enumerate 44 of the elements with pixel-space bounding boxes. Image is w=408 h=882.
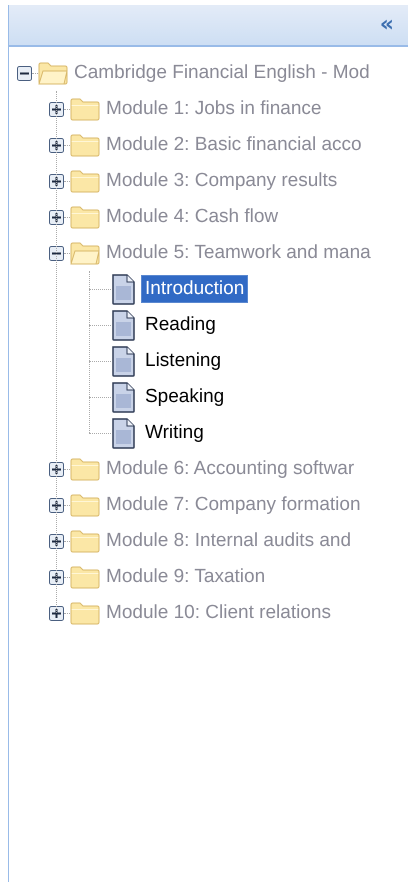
folder-label[interactable]: Module 5: Teamwork and mana (106, 242, 371, 264)
document-icon (111, 418, 136, 448)
collapse-icon[interactable] (17, 66, 32, 80)
folder-label[interactable]: Module 4: Cash flow (106, 206, 278, 228)
folder-label[interactable]: Module 2: Basic financial acco (106, 134, 362, 156)
expand-icon[interactable] (49, 498, 64, 512)
collapse-icon[interactable] (49, 246, 64, 260)
folder-icon (70, 601, 100, 625)
folder-label[interactable]: Module 8: Internal audits and (106, 530, 352, 552)
folder-icon (70, 529, 100, 553)
folder-label[interactable]: Module 9: Taxation (106, 566, 266, 588)
folder-icon (70, 241, 100, 265)
expand-icon[interactable] (49, 570, 64, 584)
folder-icon (70, 565, 100, 589)
folder-icon (70, 205, 100, 229)
folder-icon (70, 457, 100, 481)
expand-icon[interactable] (49, 102, 64, 116)
expand-icon[interactable] (49, 210, 64, 224)
tree-item[interactable]: Listening (141, 347, 226, 375)
folder-icon (70, 97, 100, 121)
folder-icon (38, 61, 68, 85)
document-icon (111, 310, 136, 340)
folder-label[interactable]: Cambridge Financial English - Mod (74, 62, 370, 84)
expand-icon[interactable] (49, 138, 64, 152)
expand-icon[interactable] (49, 606, 64, 620)
tree-item[interactable]: Introduction (141, 275, 248, 303)
folder-label[interactable]: Module 10: Client relations (106, 602, 331, 624)
tree-item[interactable]: Reading (141, 311, 220, 339)
folder-label[interactable]: Module 1: Jobs in finance (106, 98, 322, 120)
folder-icon (70, 133, 100, 157)
folder-label[interactable]: Module 3: Company results (106, 170, 338, 192)
document-icon (111, 274, 136, 304)
expand-icon[interactable] (49, 174, 64, 188)
folder-icon (70, 169, 100, 193)
document-icon (111, 382, 136, 412)
expand-icon[interactable] (49, 534, 64, 548)
tree-item[interactable]: Writing (141, 419, 208, 447)
collapse-button[interactable]: « (378, 14, 396, 36)
folder-label[interactable]: Module 6: Accounting softwar (106, 458, 354, 480)
folder-label[interactable]: Module 7: Company formation (106, 494, 361, 516)
expand-icon[interactable] (49, 462, 64, 476)
folder-icon (70, 493, 100, 517)
tree-item[interactable]: Speaking (141, 383, 228, 411)
document-icon (111, 346, 136, 376)
